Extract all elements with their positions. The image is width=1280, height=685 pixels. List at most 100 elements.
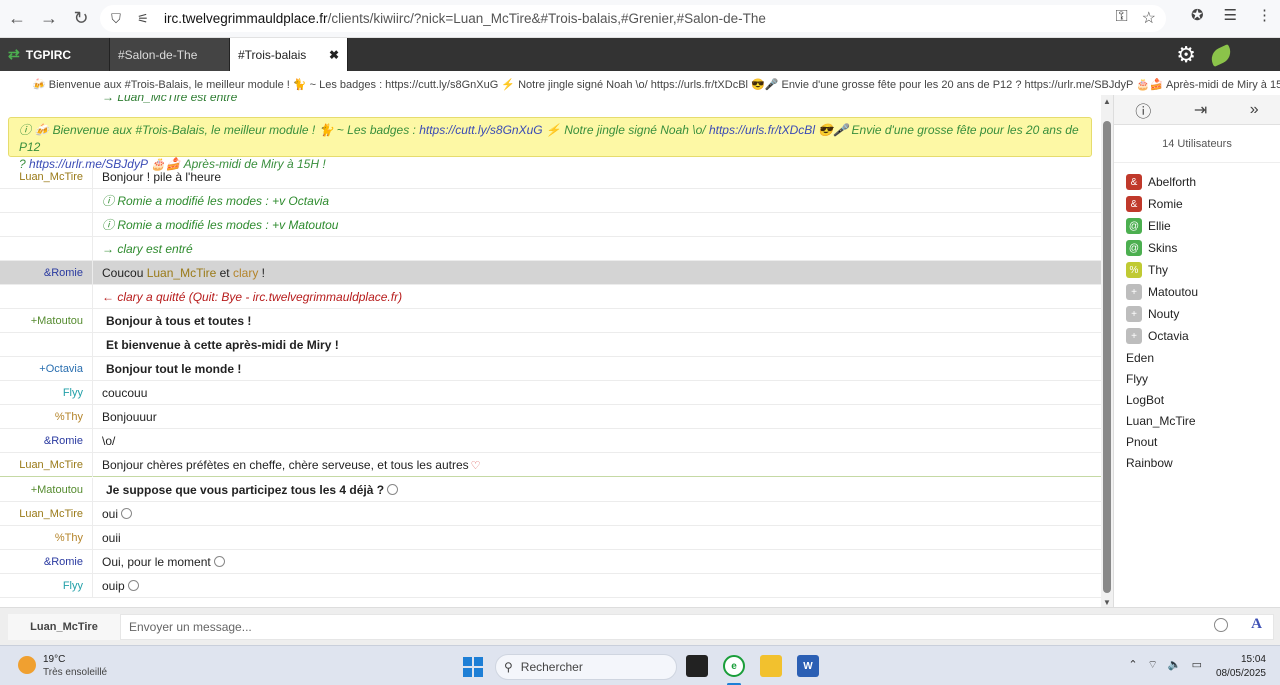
menu-icon[interactable]: ⋮ (1257, 6, 1272, 24)
reading-list-icon[interactable]: ☰ (1224, 6, 1237, 24)
user-item[interactable]: & Romie (1126, 193, 1280, 215)
close-tab-icon[interactable]: ✖ (329, 48, 339, 62)
user-mode-badge: + (1126, 284, 1142, 300)
message-row: +Matoutou Bonjour à tous et toutes ! (0, 308, 1101, 333)
browser-app-icon[interactable]: e (723, 655, 745, 677)
settings-gears-icon[interactable]: ⚙ (1176, 42, 1196, 68)
message-nick[interactable]: Luan_McTire (0, 164, 93, 189)
password-key-icon[interactable]: ⚿ (1115, 8, 1127, 28)
message-nick[interactable]: +Matoutou (0, 477, 93, 502)
message-nick[interactable]: Flyy (0, 573, 93, 598)
file-explorer-icon[interactable] (760, 655, 782, 677)
message-text: oui (93, 507, 133, 521)
emoji-picker-icon[interactable] (1214, 618, 1228, 632)
user-name: Ellie (1148, 219, 1171, 233)
address-bar[interactable]: ⛉ ⚟ irc.twelvegrimmauldplace.fr/clients/… (100, 5, 1166, 32)
nick-mention[interactable]: clary (233, 266, 258, 280)
mode-event: ⓘ Romie a modifié les modes : +v Octavia (102, 194, 330, 208)
user-name: Nouty (1148, 307, 1180, 321)
message-row: +Octavia Bonjour tout le monde ! (0, 356, 1101, 381)
message-nick[interactable]: &Romie (0, 260, 93, 285)
topic-channel-link[interactable]: #Trois-Balais (135, 123, 204, 137)
message-row: ⓘ Romie a modifié les modes : +v Octavia (0, 188, 1101, 213)
message-row: → clary est entré (0, 236, 1101, 261)
message-text: Bonjour tout le monde ! (106, 361, 242, 376)
user-item[interactable]: + Matoutou (1126, 281, 1280, 303)
back-icon[interactable]: ← (2, 4, 32, 34)
message-nick[interactable]: +Octavia (0, 356, 93, 381)
user-item[interactable]: Pnout (1126, 431, 1280, 452)
topic-link[interactable]: https://cutt.ly/s8GnXuG (419, 123, 542, 137)
message-nick[interactable]: Luan_McTire (0, 501, 93, 526)
message-nick[interactable]: &Romie (0, 549, 93, 574)
message-row-highlight: &Romie Coucou Luan_McTire et clary ! (0, 260, 1101, 285)
weather-temperature[interactable]: 19°C (43, 654, 65, 665)
word-app-icon[interactable]: W (797, 655, 819, 677)
topic-link[interactable]: https://urls.fr/tXDcBl (709, 123, 815, 137)
user-item[interactable]: Flyy (1126, 368, 1280, 389)
user-name: Skins (1148, 241, 1178, 255)
volume-icon[interactable]: 🔈 (1168, 658, 1182, 672)
leave-channel-icon[interactable]: ⇥ (1194, 100, 1207, 120)
user-item[interactable]: & Abelforth (1126, 171, 1280, 193)
message-text-part: Bonjour chères préfètes en cheffe, chère… (102, 457, 469, 472)
taskbar-search[interactable]: ⚲ Rechercher (495, 654, 677, 680)
message-row: +Matoutou Je suppose que vous participez… (0, 477, 1101, 502)
wifi-icon[interactable]: ⌔ (1148, 658, 1158, 672)
message-nick[interactable]: &Romie (0, 428, 93, 453)
user-item[interactable]: + Octavia (1126, 325, 1280, 347)
message-scrollbar[interactable]: ▲ ▼ (1101, 95, 1113, 607)
scroll-thumb[interactable] (1103, 121, 1111, 593)
scroll-up-icon[interactable]: ▲ (1103, 97, 1111, 106)
user-item[interactable]: Luan_McTire (1126, 410, 1280, 431)
windows-start-icon[interactable] (463, 657, 483, 677)
shield-icon[interactable]: ⛉ (105, 8, 127, 30)
forward-icon[interactable]: → (34, 4, 64, 34)
kiwi-logo-icon[interactable] (1207, 43, 1235, 67)
scroll-down-icon[interactable]: ▼ (1103, 598, 1111, 607)
message-nick (0, 284, 93, 309)
channel-tabbar: ⇄ TGPIRC #Salon-de-The #Trois-balais ✖ ⚙ (0, 38, 1280, 71)
bookmark-star-icon[interactable]: ☆ (1142, 8, 1156, 28)
taskbar-clock[interactable]: 15:04 08/05/2025 (1216, 653, 1266, 681)
battery-icon[interactable]: ▭ (1192, 658, 1202, 672)
message-text: Je suppose que vous participez tous les … (93, 483, 399, 497)
info-icon[interactable]: ⓘ (1135, 98, 1151, 122)
user-item[interactable]: LogBot (1126, 389, 1280, 410)
current-nick[interactable]: Luan_McTire (8, 614, 120, 640)
message-text: coucouu (102, 385, 148, 400)
user-item[interactable]: % Thy (1126, 259, 1280, 281)
site-settings-icon[interactable]: ⚟ (132, 8, 154, 30)
weather-sun-icon[interactable] (18, 656, 36, 674)
user-item[interactable]: @ Ellie (1126, 215, 1280, 237)
message-nick[interactable]: +Matoutou (0, 308, 93, 333)
user-item[interactable]: Rainbow (1126, 452, 1280, 473)
weather-description[interactable]: Très ensoleillé (43, 667, 107, 678)
nick-mention[interactable]: Luan_McTire (147, 266, 217, 280)
message-nick[interactable]: Luan_McTire (0, 452, 93, 477)
system-tray: ⌃ ⌔ 🔈 ▭ (1128, 658, 1202, 672)
user-item[interactable]: @ Skins (1126, 237, 1280, 259)
tab-trois-balais[interactable]: #Trois-balais ✖ (230, 38, 348, 71)
user-item[interactable]: Eden (1126, 347, 1280, 368)
url-text[interactable]: irc.twelvegrimmauldplace.fr/clients/kiwi… (164, 11, 766, 26)
message-nick[interactable]: %Thy (0, 404, 93, 429)
message-input[interactable]: Envoyer un message... (120, 614, 1274, 640)
message-text: Oui, pour le moment (93, 555, 225, 569)
tab-salon-de-the[interactable]: #Salon-de-The (110, 38, 230, 71)
extensions-icon[interactable]: ✪ (1191, 6, 1204, 24)
tray-chevron-icon[interactable]: ⌃ (1128, 658, 1137, 672)
message-text-part: Coucou (102, 265, 147, 280)
message-text-part: ! (258, 265, 265, 280)
tab-network[interactable]: ⇄ TGPIRC (0, 38, 110, 71)
user-mode-badge: % (1126, 262, 1142, 278)
message-text: ouii (102, 530, 121, 545)
text-format-icon[interactable]: A (1251, 616, 1262, 633)
message-nick[interactable]: Flyy (0, 380, 93, 405)
user-item[interactable]: + Nouty (1126, 303, 1280, 325)
message-nick[interactable]: %Thy (0, 525, 93, 550)
taskview-icon[interactable] (686, 655, 708, 677)
reload-icon[interactable]: ↻ (66, 4, 96, 34)
browser-toolbar: ← → ↻ ⛉ ⚟ irc.twelvegrimmauldplace.fr/cl… (0, 0, 1280, 38)
collapse-sidebar-icon[interactable]: » (1250, 101, 1259, 119)
